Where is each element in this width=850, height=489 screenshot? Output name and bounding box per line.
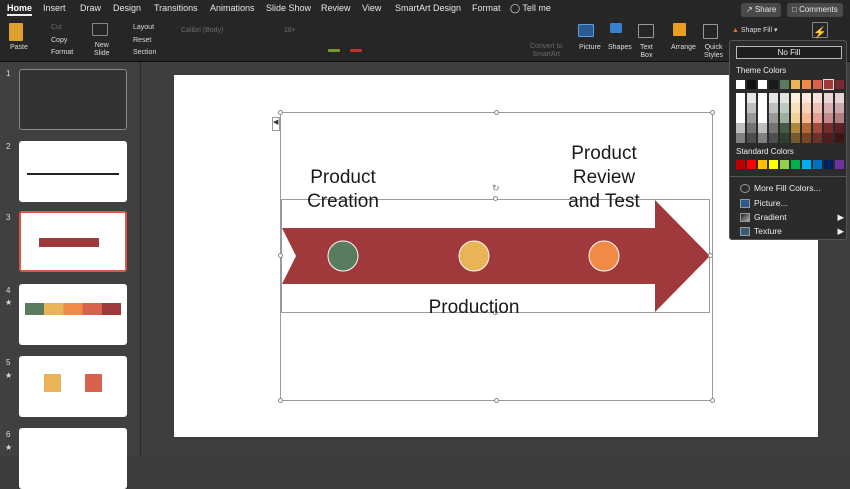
theme-color-shade-swatch[interactable] [791,123,800,133]
theme-color-swatch[interactable] [780,80,789,89]
theme-color-shade-swatch[interactable] [835,123,844,133]
theme-color-shade-swatch[interactable] [780,123,789,133]
standard-color-swatch[interactable] [747,160,756,169]
theme-color-shade-swatch[interactable] [780,133,789,143]
theme-color-shade-swatch[interactable] [747,103,756,113]
theme-color-shade-swatch[interactable] [802,123,811,133]
theme-color-shade-swatch[interactable] [780,113,789,123]
standard-color-swatch[interactable] [758,160,767,169]
resize-handle[interactable] [708,253,713,258]
theme-color-swatch[interactable] [802,80,811,89]
theme-color-shade-swatch[interactable] [747,113,756,123]
theme-color-shade-swatch[interactable] [824,133,833,143]
theme-color-shade-swatch[interactable] [736,93,745,103]
theme-color-shade-swatch[interactable] [813,93,822,103]
standard-color-swatch[interactable] [824,160,833,169]
theme-color-shade-swatch[interactable] [835,133,844,143]
theme-color-shade-swatch[interactable] [769,113,778,123]
theme-color-swatch[interactable] [823,79,834,90]
standard-color-swatch[interactable] [835,160,844,169]
theme-color-shade-swatch[interactable] [791,133,800,143]
theme-color-shade-swatch[interactable] [747,93,756,103]
shape-fill-dropdown: No Fill Theme Colors Standard Colors Mor… [729,40,847,240]
theme-color-swatch[interactable] [758,80,767,89]
palette-icon [740,184,750,194]
theme-color-shade-swatch[interactable] [802,93,811,103]
texture-icon [740,227,750,237]
theme-color-shade-swatch[interactable] [780,93,789,103]
theme-color-shade-swatch[interactable] [802,133,811,143]
theme-color-shade-swatch[interactable] [791,93,800,103]
standard-color-swatch[interactable] [780,160,789,169]
theme-color-shade-swatch[interactable] [758,123,767,133]
theme-color-swatch[interactable] [835,80,844,89]
no-fill-button[interactable]: No Fill [736,46,842,59]
theme-color-shade-swatch[interactable] [824,93,833,103]
theme-color-shade-swatch[interactable] [780,103,789,113]
picture-fill-item[interactable]: Picture... [740,198,788,209]
resize-handle[interactable] [710,398,715,403]
standard-color-swatch[interactable] [791,160,800,169]
theme-color-swatch[interactable] [769,80,778,89]
theme-color-shade-swatch[interactable] [736,123,745,133]
resize-handle[interactable] [278,253,283,258]
theme-color-shade-swatch[interactable] [758,103,767,113]
theme-color-swatch[interactable] [736,80,745,89]
theme-colors-heading: Theme Colors [736,66,787,75]
picture-icon [740,199,750,209]
theme-color-shade-swatch[interactable] [835,113,844,123]
theme-color-shade-swatch[interactable] [747,123,756,133]
label-product-review[interactable]: Product Review and Test [544,142,664,214]
theme-color-shade-swatch[interactable] [813,103,822,113]
theme-color-swatch[interactable] [747,80,756,89]
theme-color-shade-swatch[interactable] [813,133,822,143]
text-pane-toggle[interactable]: ◀ [272,117,280,131]
theme-color-shade-swatch[interactable] [769,133,778,143]
resize-handle[interactable] [278,398,283,403]
theme-color-shade-swatch[interactable] [835,103,844,113]
standard-color-swatch[interactable] [769,160,778,169]
theme-color-shade-swatch[interactable] [758,133,767,143]
theme-color-shade-swatch[interactable] [802,103,811,113]
theme-color-shade-swatch[interactable] [769,103,778,113]
theme-color-shade-swatch[interactable] [835,93,844,103]
theme-color-swatch[interactable] [813,80,822,89]
submenu-arrow-icon: ▶ [837,226,844,236]
resize-handle[interactable] [494,398,499,403]
standard-color-swatch[interactable] [736,160,745,169]
theme-color-swatch[interactable] [791,80,800,89]
theme-color-shade-swatch[interactable] [813,113,822,123]
resize-handle[interactable] [710,110,715,115]
texture-item[interactable]: Texture ▶ [740,226,844,237]
theme-color-shade-swatch[interactable] [824,113,833,123]
theme-color-shade-swatch[interactable] [791,113,800,123]
theme-color-shade-swatch[interactable] [824,123,833,133]
submenu-arrow-icon: ▶ [837,212,844,222]
theme-color-shade-swatch[interactable] [769,123,778,133]
theme-color-shade-swatch[interactable] [758,93,767,103]
label-product-creation[interactable]: Product Creation [283,166,403,214]
theme-color-shade-swatch[interactable] [802,113,811,123]
theme-color-shade-swatch[interactable] [769,93,778,103]
theme-color-shade-swatch[interactable] [736,133,745,143]
resize-handle[interactable] [494,110,499,115]
rotate-handle-icon[interactable]: ↻ [492,183,500,194]
theme-color-shade-swatch[interactable] [824,103,833,113]
theme-color-shade-swatch[interactable] [758,113,767,123]
more-fill-colors-item[interactable]: More Fill Colors... [740,183,821,194]
theme-color-shade-swatch[interactable] [747,133,756,143]
gradient-icon [740,213,750,223]
standard-colors-heading: Standard Colors [736,147,794,156]
standard-color-swatch[interactable] [802,160,811,169]
theme-color-shade-swatch[interactable] [736,103,745,113]
theme-color-shade-swatch[interactable] [791,103,800,113]
theme-color-shade-swatch[interactable] [813,123,822,133]
divider [730,176,846,177]
theme-color-shade-swatch[interactable] [736,113,745,123]
resize-handle[interactable] [493,196,498,201]
gradient-item[interactable]: Gradient ▶ [740,212,844,223]
standard-color-swatch[interactable] [813,160,822,169]
label-production[interactable]: Production [404,296,544,320]
resize-handle[interactable] [278,110,283,115]
